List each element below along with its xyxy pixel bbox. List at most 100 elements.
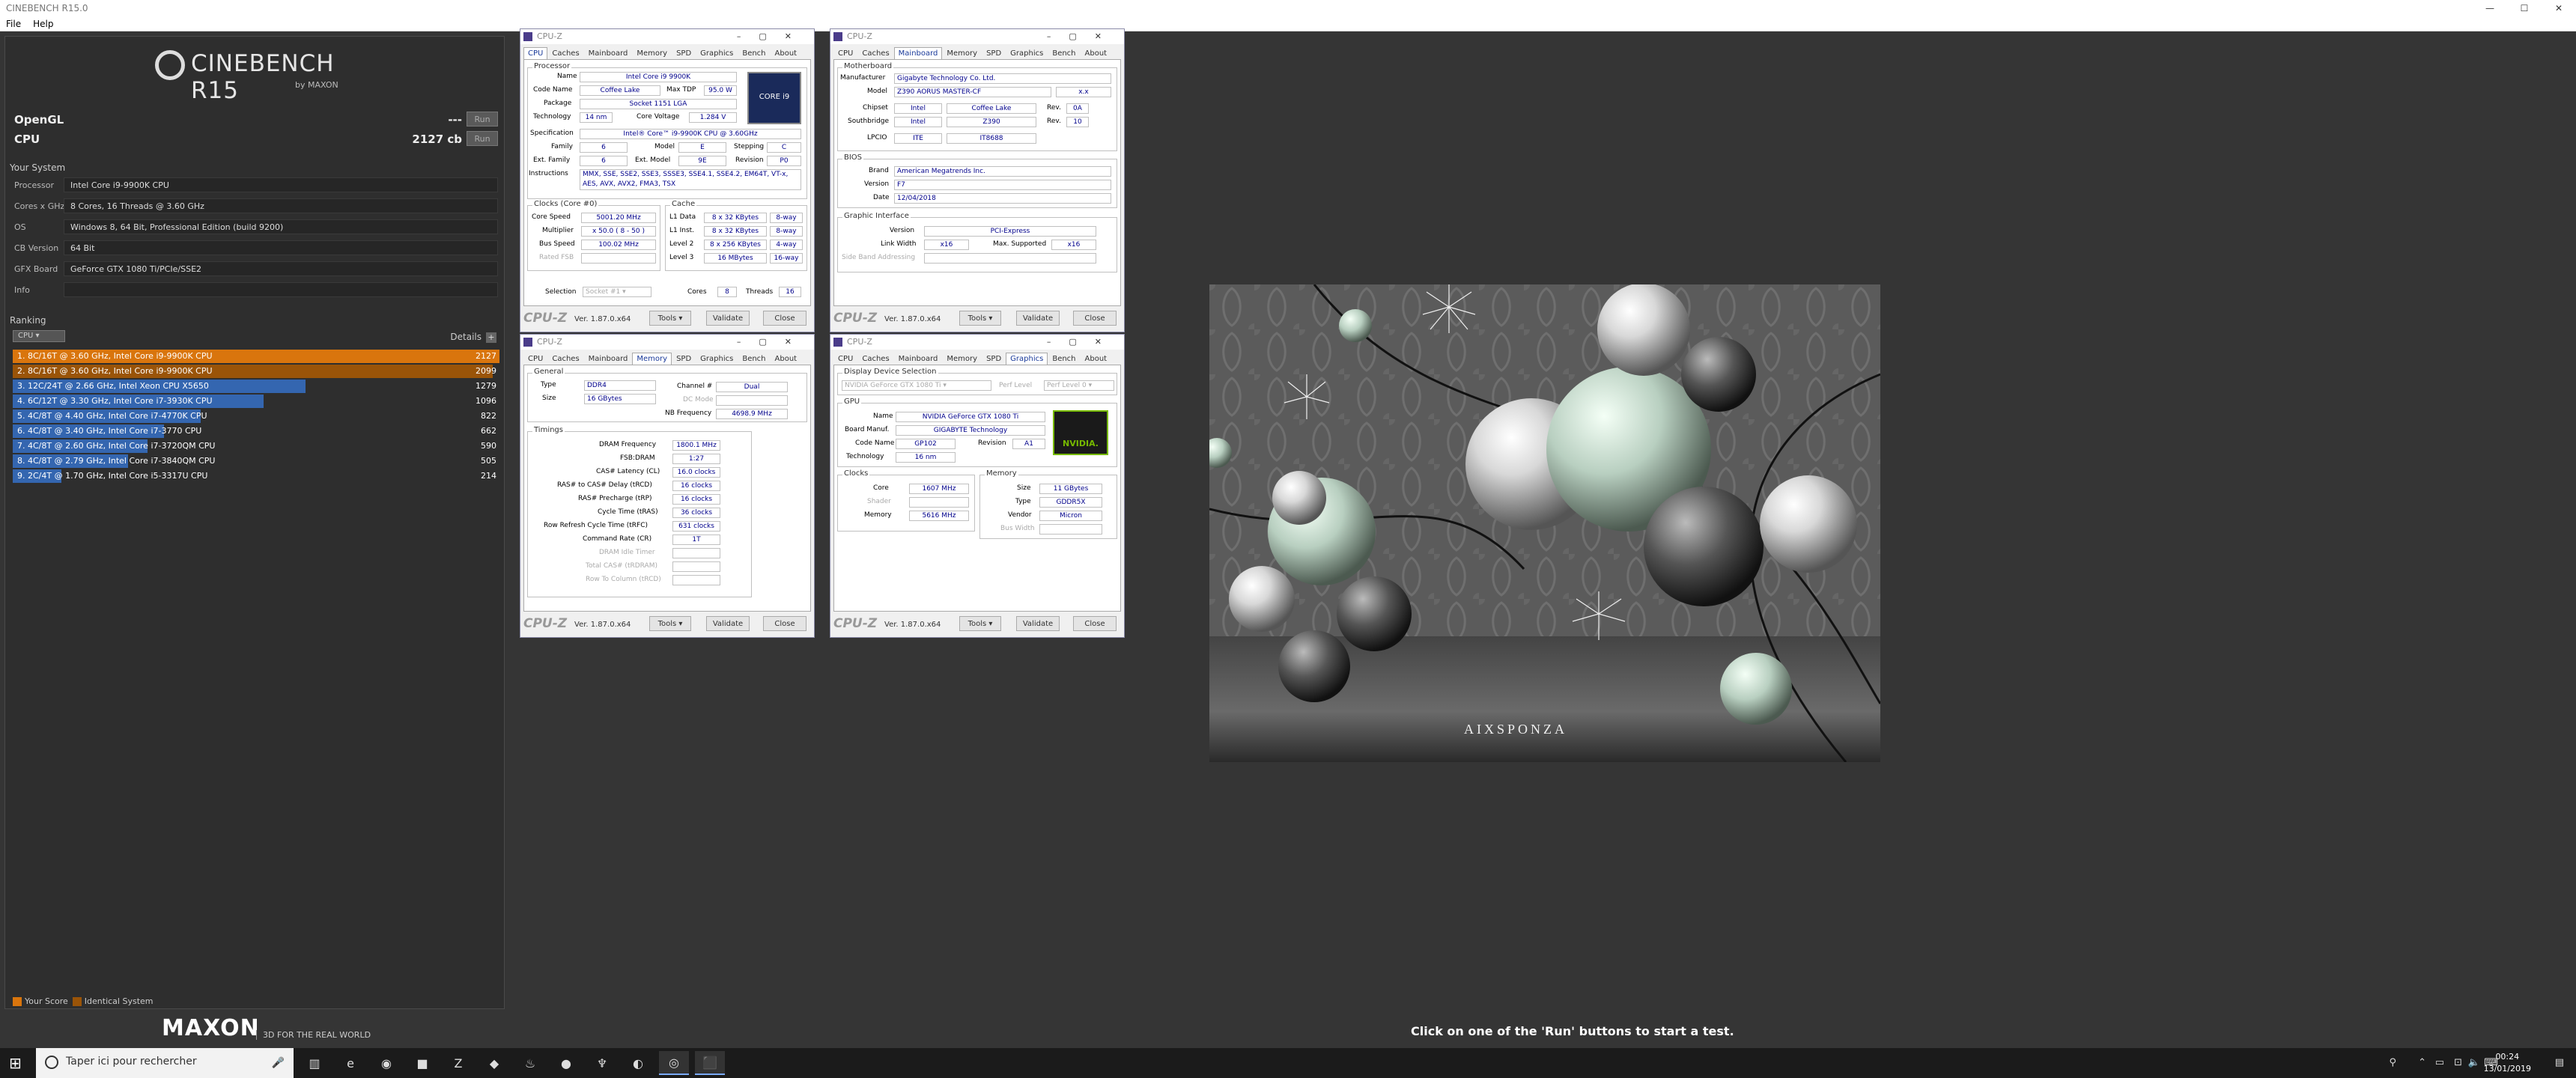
tools-button[interactable]: Tools ▾	[959, 311, 1001, 326]
tab-mainboard[interactable]: Mainboard	[584, 353, 633, 365]
tab-cpu[interactable]: CPU	[833, 47, 857, 59]
tab-graphics[interactable]: Graphics	[1006, 47, 1048, 59]
ranking-label: 6. 4C/8T @ 3.40 GHz, Intel Core i7-3770 …	[17, 426, 202, 436]
plus-icon[interactable]: +	[486, 332, 496, 343]
tab-memory[interactable]: Memory	[632, 47, 672, 59]
tab-memory[interactable]: Memory	[632, 353, 672, 365]
window-controls[interactable]: –▢✕	[697, 29, 809, 44]
tab-cpu[interactable]: CPU	[833, 353, 857, 365]
tab-spd[interactable]: SPD	[672, 353, 696, 365]
voltage-value: 1.284 V	[689, 112, 737, 123]
tab-spd[interactable]: SPD	[672, 47, 696, 59]
tab-about[interactable]: About	[771, 353, 802, 365]
ranking-row[interactable]: 8. 4C/8T @ 2.79 GHz, Intel Core i7-3840Q…	[13, 454, 499, 468]
maximize-button[interactable]: ☐	[2507, 0, 2542, 16]
tab-graphics[interactable]: Graphics	[1006, 353, 1048, 365]
ranking-row[interactable]: 1. 8C/16T @ 3.60 GHz, Intel Core i9-9900…	[13, 350, 499, 363]
perf-level-value: Perf Level 0	[1047, 382, 1087, 389]
ranking-row[interactable]: 6. 4C/8T @ 3.40 GHz, Intel Core i7-3770 …	[13, 424, 499, 438]
taskbar-app-icon[interactable]: ♆	[587, 1051, 617, 1075]
people-icon[interactable]: ⚲	[2389, 1057, 2396, 1068]
taskbar-app-icon[interactable]: Z	[443, 1051, 473, 1075]
tab-mainboard[interactable]: Mainboard	[893, 47, 943, 59]
microphone-icon[interactable]: 🎤	[272, 1057, 285, 1069]
tab-bench[interactable]: Bench	[1048, 47, 1080, 59]
ranking-row[interactable]: 2. 8C/16T @ 3.60 GHz, Intel Core i9-9900…	[13, 365, 499, 378]
ranking-row[interactable]: 5. 4C/8T @ 4.40 GHz, Intel Core i7-4770K…	[13, 409, 499, 423]
tab-memory[interactable]: Memory	[942, 353, 982, 365]
chevron-up-icon[interactable]: ⌃	[2418, 1057, 2426, 1068]
tools-button[interactable]: Tools ▾	[649, 616, 691, 631]
window-controls[interactable]: –▢✕	[1007, 29, 1120, 44]
render-viewport: AIXSPONZA	[1209, 284, 1880, 762]
tab-about[interactable]: About	[1081, 47, 1112, 59]
tab-about[interactable]: About	[771, 47, 802, 59]
menu-help[interactable]: Help	[27, 19, 59, 29]
perf-level-select[interactable]: Perf Level 0 ▾	[1044, 380, 1114, 391]
taskbar-app-icon[interactable]: ●	[551, 1051, 581, 1075]
device-select[interactable]: NVIDIA GeForce GTX 1080 Ti ▾	[842, 380, 991, 391]
taskbar-app-icon[interactable]: ⬛	[695, 1051, 725, 1075]
tab-spd[interactable]: SPD	[982, 353, 1006, 365]
network-icon[interactable]: ⊡	[2454, 1057, 2462, 1068]
tab-caches[interactable]: Caches	[857, 47, 893, 59]
tab-bench[interactable]: Bench	[738, 353, 770, 365]
ranking-row[interactable]: 9. 2C/4T @ 1.70 GHz, Intel Core i5-3317U…	[13, 469, 499, 483]
taskbar-app-icon[interactable]: e	[335, 1051, 365, 1075]
minimize-button[interactable]: —	[2473, 0, 2507, 16]
socket-select[interactable]: Socket #1 ▾	[583, 287, 651, 297]
tab-bench[interactable]: Bench	[738, 47, 770, 59]
run-cpu-button[interactable]: Run	[467, 131, 498, 146]
cinebench-logo-icon	[155, 50, 185, 80]
taskbar-app-icon[interactable]: ■	[407, 1051, 437, 1075]
notifications-icon[interactable]: ▤	[2555, 1057, 2564, 1068]
tab-cpu[interactable]: CPU	[523, 47, 548, 59]
tab-about[interactable]: About	[1081, 353, 1112, 365]
cpuz-panel: Motherboard Manufacturer Gigabyte Techno…	[833, 59, 1121, 306]
tools-button[interactable]: Tools ▾	[649, 311, 691, 326]
ranking-row[interactable]: 7. 4C/8T @ 2.60 GHz, Intel Core i7-3720Q…	[13, 439, 499, 453]
run-opengl-button[interactable]: Run	[467, 112, 498, 127]
taskbar-search[interactable]: Taper ici pour rechercher 🎤	[36, 1048, 294, 1078]
taskbar-app-icon[interactable]: ◆	[479, 1051, 509, 1075]
tab-graphics[interactable]: Graphics	[696, 47, 738, 59]
taskbar-app-icon[interactable]: ♨	[515, 1051, 545, 1075]
close-cpuz-button[interactable]: Close	[763, 616, 806, 631]
validate-button[interactable]: Validate	[706, 616, 750, 631]
tab-bench[interactable]: Bench	[1048, 353, 1080, 365]
tab-caches[interactable]: Caches	[547, 47, 583, 59]
tab-memory[interactable]: Memory	[942, 47, 982, 59]
close-cpuz-button[interactable]: Close	[1073, 616, 1117, 631]
tab-graphics[interactable]: Graphics	[696, 353, 738, 365]
ranking-row[interactable]: 4. 6C/12T @ 3.30 GHz, Intel Core i7-3930…	[13, 395, 499, 408]
details-toggle[interactable]: Details +	[450, 332, 496, 343]
close-button[interactable]: ✕	[2542, 0, 2576, 16]
tab-caches[interactable]: Caches	[547, 353, 583, 365]
ranking-row[interactable]: 3. 12C/24T @ 2.66 GHz, Intel Xeon CPU X5…	[13, 380, 499, 393]
ranking-select[interactable]: CPU ▾	[13, 330, 65, 342]
validate-button[interactable]: Validate	[1016, 616, 1060, 631]
window-controls[interactable]: –▢✕	[1007, 335, 1120, 350]
menu-file[interactable]: File	[0, 19, 27, 29]
validate-button[interactable]: Validate	[1016, 311, 1060, 326]
close-cpuz-button[interactable]: Close	[763, 311, 806, 326]
field-label: Version	[864, 180, 890, 188]
battery-icon[interactable]: ▭	[2435, 1057, 2444, 1068]
taskbar-app-icon[interactable]: ◎	[659, 1051, 689, 1075]
taskbar-app-icon[interactable]: ▥	[300, 1051, 329, 1075]
tab-cpu[interactable]: CPU	[523, 353, 547, 365]
volume-icon[interactable]: 🔈	[2468, 1057, 2480, 1068]
tab-spd[interactable]: SPD	[982, 47, 1006, 59]
window-controls[interactable]: –▢✕	[697, 335, 809, 350]
tab-caches[interactable]: Caches	[857, 353, 893, 365]
tools-button[interactable]: Tools ▾	[959, 616, 1001, 631]
cpuz-app-icon	[833, 32, 842, 41]
windows-start-icon[interactable]: ⊞	[9, 1054, 27, 1072]
validate-button[interactable]: Validate	[706, 311, 750, 326]
tab-mainboard[interactable]: Mainboard	[584, 47, 633, 59]
taskbar-app-icon[interactable]: ◐	[623, 1051, 653, 1075]
tab-mainboard[interactable]: Mainboard	[894, 353, 943, 365]
clock[interactable]: 00:24 13/01/2019	[2484, 1051, 2531, 1075]
close-cpuz-button[interactable]: Close	[1073, 311, 1117, 326]
taskbar-app-icon[interactable]: ◉	[371, 1051, 401, 1075]
